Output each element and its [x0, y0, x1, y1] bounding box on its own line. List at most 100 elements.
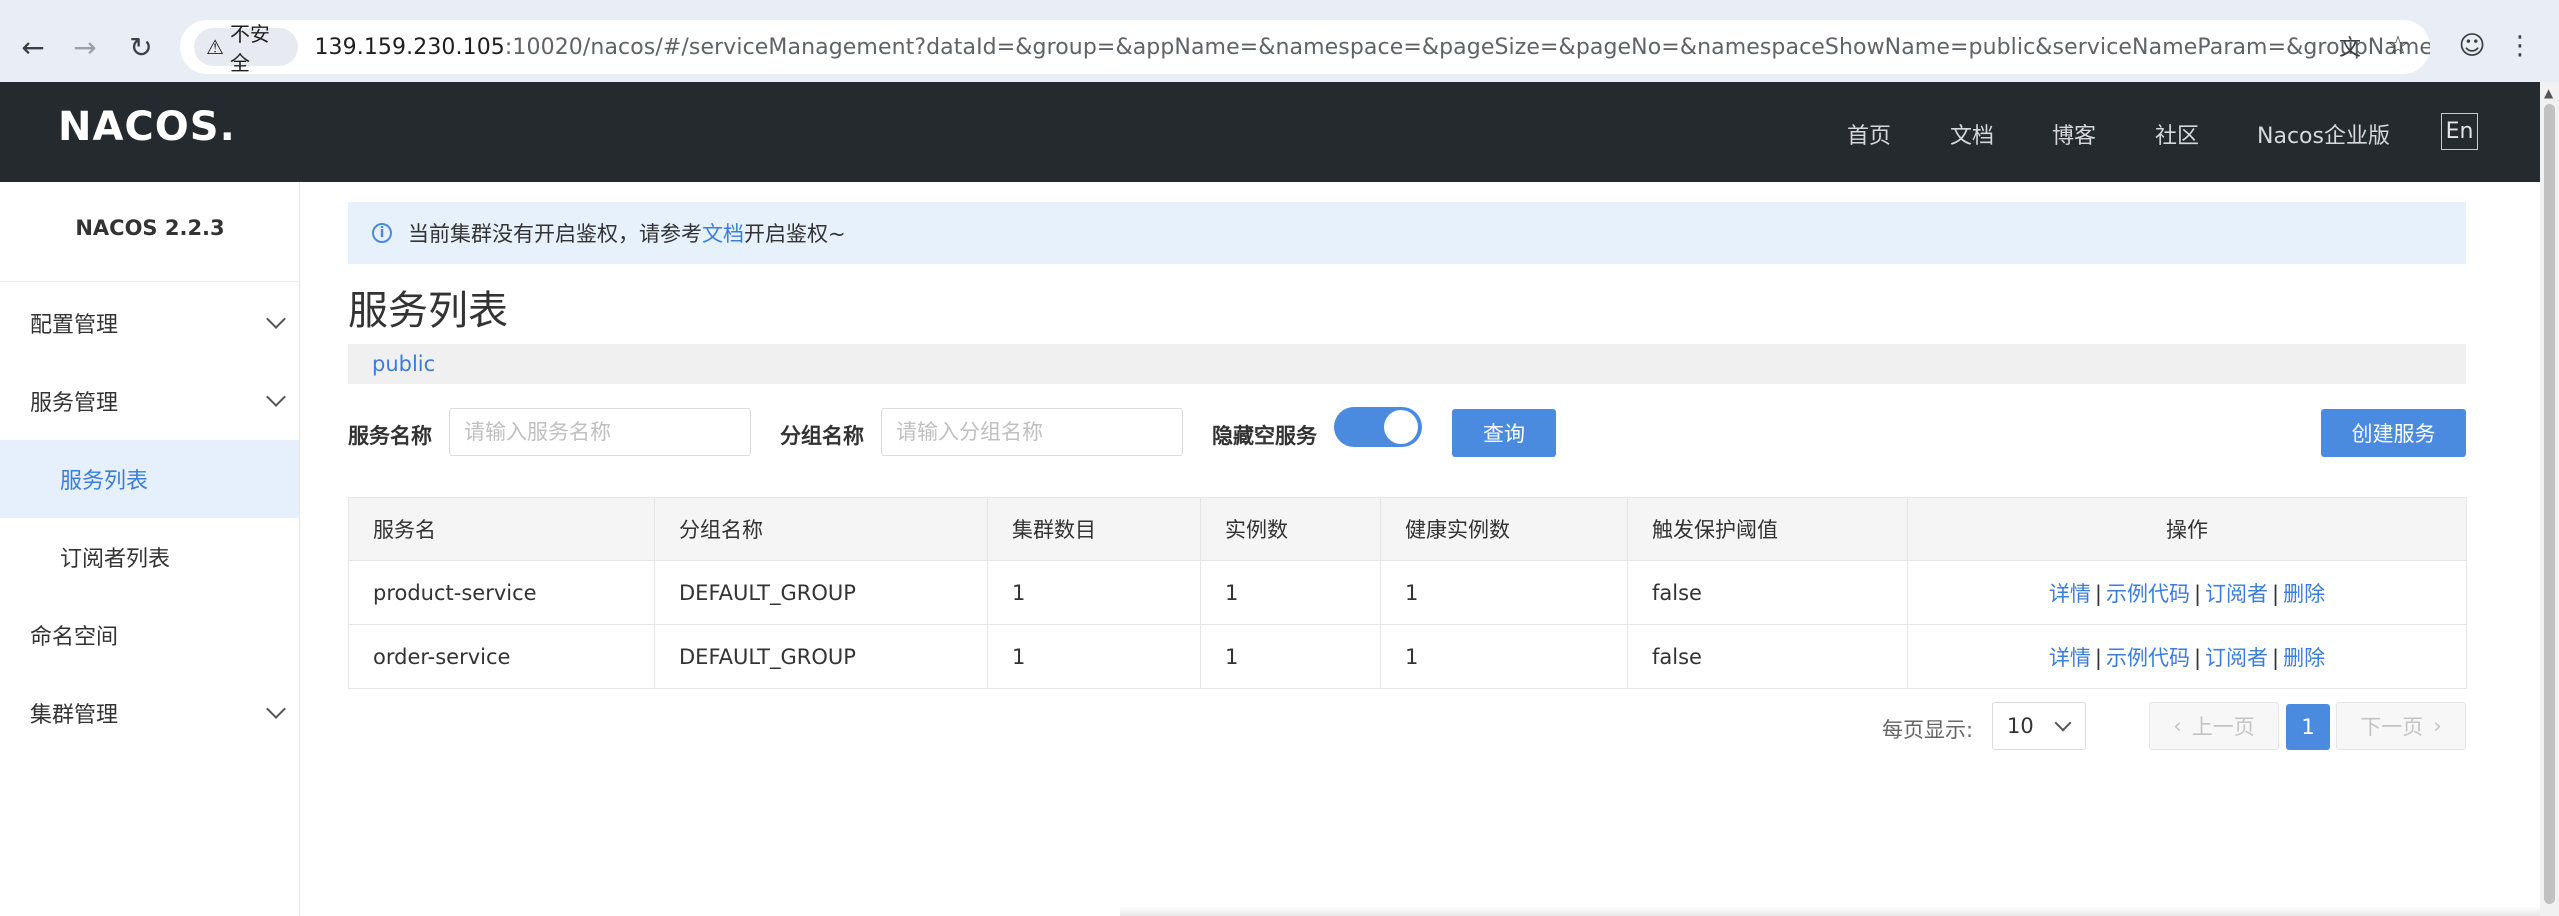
prev-page-button[interactable]: ‹ 上一页 — [2149, 702, 2279, 750]
hide-empty-toggle[interactable] — [1334, 407, 1422, 447]
info-icon: i — [372, 223, 392, 243]
protect-threshold-cell: false — [1627, 560, 1908, 625]
separator: | — [2272, 581, 2280, 606]
nav-docs[interactable]: 文档 — [1950, 118, 1994, 150]
profile-icon[interactable]: ☺ — [2452, 26, 2492, 66]
service-name-label: 服务名称 — [348, 424, 432, 448]
per-page-label: 每页显示: — [1882, 718, 1974, 742]
delete-link[interactable]: 删除 — [2283, 582, 2325, 606]
separator: | — [2094, 645, 2102, 670]
separator: | — [2193, 581, 2202, 606]
hide-empty-label: 隐藏空服务 — [1212, 424, 1317, 448]
group-cell: DEFAULT_GROUP — [654, 624, 988, 689]
chevron-down-icon — [266, 699, 286, 719]
chevron-down-icon — [2054, 714, 2072, 732]
subscribers-link[interactable]: 订阅者 — [2205, 646, 2268, 670]
nav-blog[interactable]: 博客 — [2052, 118, 2096, 150]
scroll-thumb[interactable] — [2544, 104, 2555, 904]
browser-toolbar: ← → ↻ ⚠ 不安全 139.159.230.105:10020/nacos/… — [0, 0, 2559, 82]
group-name-label: 分组名称 — [780, 424, 864, 448]
group-cell: DEFAULT_GROUP — [654, 560, 988, 625]
sidebar-item-label: 命名空间 — [30, 625, 119, 650]
namespace-link[interactable]: public — [372, 352, 435, 376]
notice-text-end: 开启鉴权~ — [744, 222, 846, 246]
url-text[interactable]: 139.159.230.105:10020/nacos/#/serviceMan… — [314, 35, 2430, 60]
healthy-count-cell: 1 — [1380, 560, 1628, 625]
separator: | — [2193, 645, 2202, 670]
page-bottom-edge — [1120, 906, 2540, 916]
column-header: 集群数目 — [987, 497, 1201, 561]
column-header: 实例数 — [1200, 497, 1381, 561]
bookmark-star-icon[interactable]: ☆ — [2378, 26, 2418, 66]
nav-community[interactable]: 社区 — [2155, 118, 2199, 150]
service-table: 服务名 分组名称 集群数目 实例数 健康实例数 触发保护阈值 操作 produc… — [348, 497, 2467, 689]
page-title: 服务列表 — [348, 288, 508, 334]
security-chip[interactable]: ⚠ 不安全 — [194, 22, 299, 75]
reload-icon[interactable]: ↻ — [116, 22, 166, 72]
prev-page-label: 上一页 — [2191, 715, 2255, 739]
separator: | — [2094, 581, 2102, 606]
sidebar-item-cluster[interactable]: 集群管理 — [0, 674, 299, 752]
notice-doc-link[interactable]: 文档 — [702, 218, 744, 248]
cluster-count-cell: 1 — [987, 624, 1201, 689]
url-path: :10020/nacos/#/serviceManagement?dataId=… — [504, 34, 2430, 60]
app-header: NACOS. 首页 文档 博客 社区 Nacos企业版 En — [0, 82, 2540, 182]
page-size-select[interactable]: 10 — [1992, 702, 2086, 750]
chevron-right-icon: › — [2433, 714, 2442, 738]
page-size-value: 10 — [2007, 714, 2034, 738]
chevron-down-icon — [266, 309, 286, 329]
divider — [0, 281, 300, 282]
separator: | — [2272, 645, 2280, 670]
chevron-left-icon: ‹ — [2173, 714, 2182, 738]
table-row: product-service DEFAULT_GROUP 1 1 1 fals… — [348, 560, 2467, 625]
detail-link[interactable]: 详情 — [2049, 646, 2091, 670]
version-label: NACOS 2.2.3 — [75, 216, 225, 240]
menu-icon[interactable]: ⋮ — [2500, 26, 2540, 66]
forward-icon[interactable]: → — [60, 22, 110, 72]
sidebar: NACOS 2.2.3 配置管理 服务管理 服务列表 订阅者列表 命名空间 集群… — [0, 182, 300, 916]
column-header: 健康实例数 — [1380, 497, 1628, 561]
chevron-down-icon — [266, 387, 286, 407]
healthy-count-cell: 1 — [1380, 624, 1628, 689]
sidebar-item-label: 集群管理 — [30, 703, 119, 728]
detail-link[interactable]: 详情 — [2049, 582, 2091, 606]
sidebar-item-service[interactable]: 服务管理 — [0, 362, 299, 440]
delete-link[interactable]: 删除 — [2283, 646, 2325, 670]
service-name-cell: product-service — [348, 560, 655, 625]
query-button[interactable]: 查询 — [1452, 409, 1556, 457]
table-row: order-service DEFAULT_GROUP 1 1 1 false … — [348, 624, 2467, 689]
page-number-current[interactable]: 1 — [2286, 704, 2330, 750]
sidebar-item-namespace[interactable]: 命名空间 — [0, 596, 299, 674]
language-toggle-button[interactable]: En — [2441, 113, 2478, 150]
sidebar-item-label: 服务列表 — [60, 469, 149, 494]
auth-notice: i 当前集群没有开启鉴权，请参考 文档 开启鉴权~ — [348, 202, 2466, 264]
group-name-input[interactable] — [881, 408, 1183, 456]
sidebar-item-service-list[interactable]: 服务列表 — [0, 440, 299, 518]
subscribers-link[interactable]: 订阅者 — [2205, 582, 2268, 606]
table-header-row: 服务名 分组名称 集群数目 实例数 健康实例数 触发保护阈值 操作 — [348, 497, 2467, 561]
notice-text: 当前集群没有开启鉴权，请参考 — [408, 222, 702, 246]
scrollbar[interactable]: ▲ — [2540, 82, 2559, 916]
create-service-button[interactable]: 创建服务 — [2321, 409, 2466, 457]
sample-code-link[interactable]: 示例代码 — [2106, 582, 2190, 606]
sidebar-item-label: 订阅者列表 — [60, 547, 171, 572]
sample-code-link[interactable]: 示例代码 — [2106, 646, 2190, 670]
column-header: 触发保护阈值 — [1627, 497, 1908, 561]
translate-icon[interactable]: 文 — [2330, 26, 2370, 66]
namespace-bar: public — [348, 344, 2466, 384]
warning-icon: ⚠ — [206, 35, 224, 59]
nav-enterprise[interactable]: Nacos企业版 — [2257, 118, 2390, 150]
scroll-up-icon[interactable]: ▲ — [2544, 86, 2553, 100]
sidebar-item-label: 服务管理 — [30, 391, 119, 416]
nacos-logo[interactable]: NACOS. — [58, 104, 236, 150]
sidebar-item-subscribers[interactable]: 订阅者列表 — [0, 518, 299, 596]
cluster-count-cell: 1 — [987, 560, 1201, 625]
service-name-input[interactable] — [449, 408, 751, 456]
sidebar-item-config[interactable]: 配置管理 — [0, 284, 299, 362]
next-page-button[interactable]: 下一页 › — [2336, 702, 2466, 750]
back-icon[interactable]: ← — [8, 22, 58, 72]
column-header: 服务名 — [348, 497, 655, 561]
address-bar[interactable]: ⚠ 不安全 139.159.230.105:10020/nacos/#/serv… — [180, 20, 2430, 75]
security-label: 不安全 — [229, 22, 270, 75]
nav-home[interactable]: 首页 — [1847, 118, 1891, 150]
